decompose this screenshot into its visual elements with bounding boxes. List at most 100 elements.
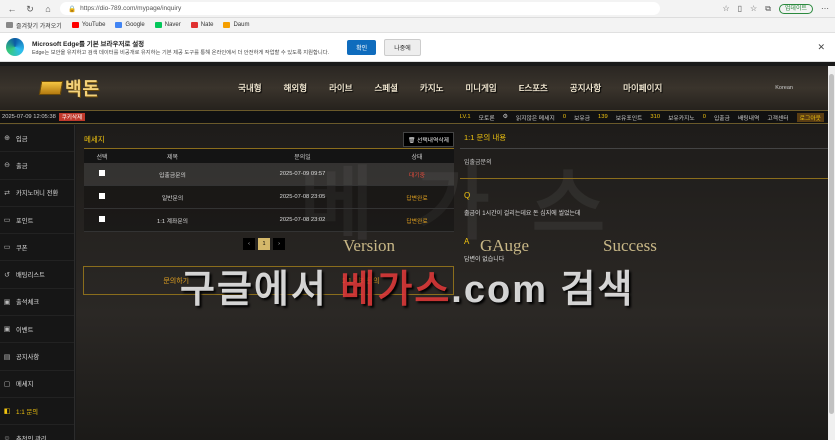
bookmark-item[interactable]: Nate xyxy=(190,22,214,28)
sidebar-item[interactable]: ▭ 쿠폰 xyxy=(0,234,74,262)
table-row[interactable]: 1:1 계좌문의 2025-07-08 23:02 답변완료 xyxy=(84,209,454,232)
col-select: 선택 xyxy=(96,154,108,161)
watermark-part-b: 베가스 xyxy=(340,269,452,311)
next-page-button[interactable]: › xyxy=(273,238,285,250)
collections-icon[interactable]: ⧉ xyxy=(765,4,771,14)
nav-item[interactable]: 카지노 xyxy=(420,82,443,94)
sidebar-item[interactable]: ▢ 메세지 xyxy=(0,371,74,398)
coupon-icon: ▭ xyxy=(3,244,11,252)
sidebar-item-label: 입금 xyxy=(16,135,28,143)
bookmark-item[interactable]: Naver xyxy=(154,22,181,28)
bookmark-label: Naver xyxy=(164,22,181,28)
page-scrollbar[interactable] xyxy=(828,66,835,440)
nav-item[interactable]: 라이브 xyxy=(329,82,352,94)
sidebar-item[interactable]: ▣ 출석체크 xyxy=(0,289,74,317)
sidebar-item[interactable]: ▤ 공지사항 xyxy=(0,343,74,371)
table-row[interactable]: 일반문의 2025-07-08 23:05 답변완료 xyxy=(84,186,454,209)
sidebar-item-label: 공지사항 xyxy=(16,354,40,362)
prev-page-button[interactable]: ‹ xyxy=(243,238,255,250)
home-icon[interactable]: ⌂ xyxy=(42,3,54,15)
row-checkbox[interactable] xyxy=(99,216,105,222)
sidebar-item[interactable]: ⊕ 입금 xyxy=(0,125,74,153)
row-date: 2025-07-08 23:05 xyxy=(279,194,326,200)
edge-default-banner: Microsoft Edge를 기본 브라우저로 설정 Edge는 보안을 유지… xyxy=(0,33,835,62)
address-bar[interactable]: 🔒 https://dio-789.com/mypage/inquiry xyxy=(60,2,660,15)
row-checkbox[interactable] xyxy=(99,193,105,199)
banner-ok-button[interactable]: 확인 xyxy=(347,39,377,55)
row-date: 2025-07-08 23:02 xyxy=(279,217,326,223)
main-nav: 국내형 해외형 라이브 스페셜 카지노 미니게임 E스포츠 공지사항 마이페이지 xyxy=(238,82,662,94)
row-title[interactable]: 입출금문의 xyxy=(120,170,225,179)
panel-title: 메세지 xyxy=(84,135,105,144)
recommend-icon: ☺ xyxy=(3,434,11,440)
refresh-icon[interactable]: ↻ xyxy=(24,3,36,15)
sidebar-item-label: 출석체크 xyxy=(16,299,40,307)
bookmark-item[interactable]: YouTube xyxy=(71,22,106,28)
settings-icon[interactable]: ⚙ xyxy=(503,114,508,120)
site-logo[interactable]: 백돈 xyxy=(38,75,101,101)
sidebar-item[interactable]: ▭ 포인트 xyxy=(0,207,74,235)
sidebar-item[interactable]: ⊖ 출금 xyxy=(0,152,74,180)
username: 모토론 xyxy=(478,115,495,122)
scroll-thumb[interactable] xyxy=(829,74,834,414)
edge-logo-icon xyxy=(6,38,24,56)
sidebar-item-label: 포인트 xyxy=(16,217,34,225)
update-button[interactable]: 업데이트 xyxy=(778,3,813,14)
bookmark-item[interactable]: Google xyxy=(115,22,145,28)
site-header: 백돈 국내형 해외형 라이브 스페셜 카지노 미니게임 E스포츠 공지사항 마이페이지 Kore… xyxy=(0,66,828,110)
page-current[interactable]: 1 xyxy=(258,238,270,250)
close-icon[interactable]: ✕ xyxy=(817,42,825,53)
nav-item[interactable]: 미니게임 xyxy=(465,82,496,94)
language-selector[interactable]: Korean xyxy=(775,85,793,91)
bookmark-label: Nate xyxy=(200,22,214,28)
bookmark-icon xyxy=(190,22,198,28)
user-info-bar: 2025-07-09 12:05:38 쿠키삭제 LV.1 모토론 ⚙ 읽지않은… xyxy=(0,110,828,124)
bookmark-label: YouTube xyxy=(81,22,106,28)
banner-desc: Edge는 보안을 유지하고 검색 데이터를 비공개로 유지하는 기본 제공 도… xyxy=(32,50,330,56)
info-link[interactable]: 입출금 xyxy=(714,113,730,122)
row-status: 대기중 xyxy=(409,172,425,179)
back-icon[interactable]: ← xyxy=(6,3,18,15)
watermark-version: Version xyxy=(343,236,395,255)
sidebar-item[interactable]: ↺ 배팅리스트 xyxy=(0,261,74,289)
bookmark-icon xyxy=(115,22,123,28)
row-checkbox[interactable] xyxy=(99,170,105,176)
sidebar-item[interactable]: ▣ 이벤트 xyxy=(0,316,74,344)
col-state: 상태 xyxy=(411,154,423,161)
info-link[interactable]: 배팅내역 xyxy=(738,113,759,122)
delete-label: 선택내역삭제 xyxy=(417,138,449,144)
nav-item[interactable]: E스포츠 xyxy=(519,82,548,94)
bookmark-icon xyxy=(71,22,79,28)
logo-text: 백돈 xyxy=(65,79,101,99)
bookmark-item[interactable]: 즐겨찾기 가져오기 xyxy=(6,21,62,30)
watermark-part-c: .com 검색 xyxy=(451,269,635,311)
nav-item[interactable]: 해외형 xyxy=(284,82,307,94)
info-link[interactable]: 고객센터 xyxy=(767,113,788,122)
message-panel: 메세지 🗑 선택내역삭제 선택 제목 문의일 상태 입출금문의 2025-07-0… xyxy=(84,131,454,250)
datetime: 2025-07-09 12:05:38 xyxy=(2,114,56,120)
cookie-clear-badge[interactable]: 쿠키삭제 xyxy=(58,113,86,121)
row-title[interactable]: 일반문의 xyxy=(120,193,225,202)
logout-button[interactable]: 로그아웃 xyxy=(796,112,824,122)
favorites-icon[interactable]: ☆ xyxy=(750,4,757,13)
sidebar-item-label: 이벤트 xyxy=(16,326,34,334)
sidebar-item-label: 메세지 xyxy=(16,381,34,389)
more-icon[interactable]: ⋯ xyxy=(821,4,829,13)
nav-item[interactable]: 국내형 xyxy=(238,82,261,94)
nav-item[interactable]: 공지사항 xyxy=(570,82,601,94)
table-row[interactable]: 입출금문의 2025-07-09 09:57 대기중 xyxy=(84,163,454,186)
nav-item[interactable]: 마이페이지 xyxy=(623,82,662,94)
detail-subject: 입출금문의 xyxy=(460,149,828,179)
row-date: 2025-07-09 09:57 xyxy=(279,171,326,177)
split-icon[interactable]: ▯ xyxy=(738,4,742,13)
delete-selected-button[interactable]: 🗑 선택내역삭제 xyxy=(403,132,454,147)
sidebar-item[interactable]: ⇄ 카지노머니 전환 xyxy=(0,180,74,207)
sidebar-item[interactable]: ☺ 추천인 관리 xyxy=(0,425,74,440)
row-title[interactable]: 1:1 계좌문의 xyxy=(120,216,225,225)
bookmark-icon xyxy=(6,22,13,28)
banner-later-button[interactable]: 나중에 xyxy=(384,38,421,56)
sidebar-item[interactable]: ◧ 1:1 문의 xyxy=(0,398,74,426)
star-icon[interactable]: ☆ xyxy=(722,4,729,13)
nav-item[interactable]: 스페셜 xyxy=(375,82,398,94)
bookmark-item[interactable]: Daum xyxy=(223,22,249,28)
